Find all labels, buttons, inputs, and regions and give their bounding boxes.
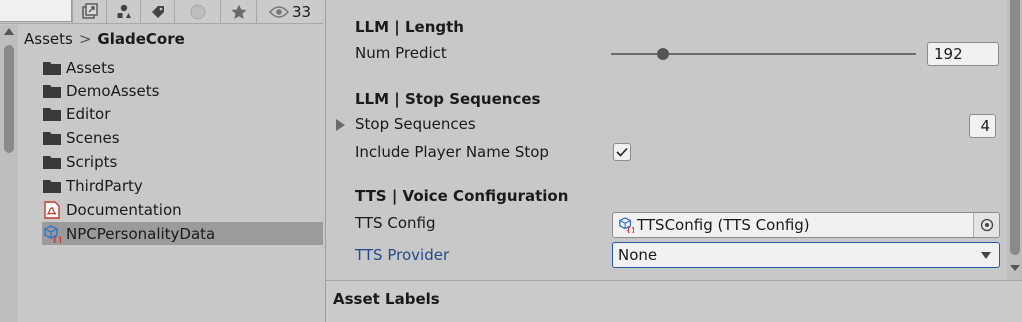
inspector-panel: LLM | Length Num Predict 192 LLM | Stop … — [325, 0, 1022, 322]
project-browser: 33 Assets > GladeCore Assets DemoAssets … — [0, 0, 323, 322]
hidden-packages-button[interactable]: 33 — [256, 0, 323, 23]
stop-sequences-label[interactable]: Stop Sequences — [355, 115, 476, 133]
list-item-label: Documentation — [66, 200, 182, 219]
list-item-scripts[interactable]: Scripts — [42, 150, 323, 173]
stop-sequences-count-field[interactable]: 4 — [969, 114, 996, 138]
list-item-label: ThirdParty — [66, 176, 143, 195]
num-predict-slider-knob[interactable] — [656, 48, 669, 60]
create-icon — [81, 2, 98, 19]
inspector-scrollbar[interactable] — [1007, 0, 1022, 280]
project-toolbar: 33 — [0, 0, 323, 24]
list-item-demoassets[interactable]: DemoAssets — [42, 79, 323, 102]
list-item-label: Assets — [66, 58, 115, 77]
tts-config-object-field[interactable]: {} TTSConfig (TTS Config) — [612, 212, 1000, 238]
scriptable-object-icon: {} — [42, 224, 62, 243]
project-scrollbar[interactable] — [0, 25, 18, 322]
tts-provider-value: None — [618, 246, 658, 264]
breadcrumb-separator: > — [78, 30, 92, 48]
filter-by-type-button[interactable] — [106, 0, 140, 23]
tts-header: TTS | Voice Configuration — [355, 187, 569, 205]
eye-icon — [269, 5, 289, 18]
folder-icon — [42, 106, 62, 122]
list-item-npcpersonalitydata[interactable]: {} NPCPersonalityData — [42, 222, 323, 245]
folder-icon — [42, 83, 62, 99]
object-picker-icon — [980, 218, 993, 232]
tts-provider-dropdown[interactable]: None — [612, 242, 1000, 268]
breadcrumb: Assets > GladeCore — [24, 28, 185, 50]
list-item-assets[interactable]: Assets — [42, 56, 323, 79]
list-item-label: Scenes — [66, 128, 120, 147]
filter-by-label-button[interactable] — [140, 0, 174, 23]
star-icon — [231, 4, 246, 19]
list-item-documentation[interactable]: Documentation — [42, 198, 323, 221]
include-player-name-stop-label: Include Player Name Stop — [355, 143, 549, 161]
arrow-up-icon — [4, 28, 14, 35]
svg-text:{}: {} — [52, 235, 61, 243]
log-type-icon — [190, 4, 205, 19]
include-player-name-stop-checkbox[interactable] — [613, 143, 631, 161]
inspector-body: LLM | Length Num Predict 192 LLM | Stop … — [326, 0, 1006, 280]
list-item-label: DemoAssets — [66, 81, 160, 100]
tts-provider-label: TTS Provider — [355, 246, 450, 264]
foldout-arrow-icon[interactable] — [336, 119, 345, 131]
num-predict-field[interactable]: 192 — [927, 42, 999, 66]
object-picker-button[interactable] — [973, 213, 999, 237]
breadcrumb-root[interactable]: Assets — [24, 30, 73, 48]
create-button[interactable] — [72, 0, 106, 23]
list-item-label: NPCPersonalityData — [66, 224, 216, 243]
folder-icon — [42, 154, 62, 170]
asset-labels-bar[interactable]: Asset Labels — [326, 280, 1022, 322]
list-item-label: Scripts — [66, 152, 118, 171]
scroll-thumb[interactable] — [4, 45, 14, 153]
length-header: LLM | Length — [355, 18, 464, 36]
tts-config-label: TTS Config — [355, 214, 436, 232]
tag-icon — [151, 5, 164, 18]
scroll-up-button[interactable] — [0, 27, 18, 41]
pdf-icon — [42, 200, 62, 219]
hidden-count: 33 — [291, 2, 312, 21]
scroll-down-button[interactable] — [1010, 265, 1020, 271]
folder-icon — [42, 60, 62, 76]
scroll-thumb[interactable] — [1010, 0, 1020, 255]
list-item-editor[interactable]: Editor — [42, 102, 323, 125]
stop-sequences-header: LLM | Stop Sequences — [355, 90, 541, 108]
folder-icon — [42, 178, 62, 194]
favorites-button[interactable] — [220, 0, 256, 23]
svg-text:{}: {} — [626, 226, 634, 233]
search-input[interactable] — [0, 0, 72, 22]
filter-type-icon — [117, 4, 131, 18]
filter-by-log-button[interactable] — [174, 0, 220, 23]
tts-config-value: TTSConfig (TTS Config) — [637, 216, 810, 234]
checkmark-icon — [616, 147, 628, 157]
folder-icon — [42, 130, 62, 146]
breadcrumb-current[interactable]: GladeCore — [97, 30, 184, 48]
scriptable-object-icon: {} — [618, 217, 634, 233]
chevron-down-icon — [981, 252, 991, 259]
list-item-scenes[interactable]: Scenes — [42, 126, 323, 149]
asset-labels-title: Asset Labels — [333, 290, 440, 308]
num-predict-label: Num Predict — [355, 44, 447, 62]
list-item-label: Editor — [66, 104, 111, 123]
list-item-thirdparty[interactable]: ThirdParty — [42, 174, 323, 197]
